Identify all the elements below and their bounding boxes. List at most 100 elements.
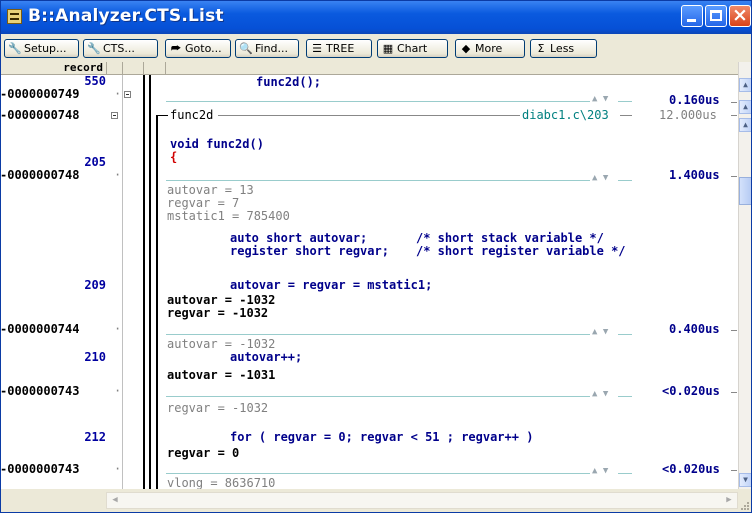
separator-line [166,101,590,102]
collapse-icon[interactable] [111,112,118,119]
setup-label: Setup... [24,42,67,55]
cts-button[interactable]: 🔧 CTS... [83,39,158,58]
app-icon [7,9,22,24]
variable-value: autovar = -1031 [167,368,276,382]
source-line: void func2d() [170,137,264,151]
record-number: -0000000749 [0,87,80,101]
row-marker: · [114,384,122,398]
column-divider [122,62,123,74]
source-line: register short regvar; [230,244,389,258]
scroll-up-button[interactable]: ▲ [739,118,752,132]
goto-label: Goto... [185,42,222,55]
column-divider [165,62,166,74]
find-button[interactable]: 🔍 Find... [235,39,299,58]
sigma-icon: Σ [537,42,545,55]
setup-button[interactable]: 🔧 Setup... [4,39,79,58]
separator-line [218,115,520,116]
source-line: autovar++; [230,350,303,364]
goto-button[interactable]: ⮫ Goto... [165,39,231,58]
column-header: record [0,62,740,75]
scroll-up-button[interactable]: ▲ [739,100,752,114]
minimize-button[interactable] [681,5,703,27]
call-tree-line [158,115,168,116]
record-column-header[interactable]: record [0,62,107,74]
separator-line [620,115,632,116]
variable-value: regvar = -1032 [167,401,269,415]
chart-button[interactable]: ▦ Chart [377,39,448,58]
scroll-down-button[interactable]: ▼ [739,473,752,487]
updown-arrows-icon[interactable]: ▲ ▼ [592,327,608,337]
find-label: Find... [255,42,289,55]
less-button[interactable]: Σ Less [530,39,597,58]
column-divider [143,62,144,74]
record-number: -0000000743 [0,384,80,398]
trace-list[interactable]: 550 func2d(); -0000000749 · ▲ ▼ 0.160us … [0,75,738,489]
record-number: 209 [84,278,106,292]
horizontal-scrollbar[interactable]: ◀ ▶ [0,489,752,513]
separator-line [166,334,590,335]
scroll-track[interactable]: ◀ ▶ [106,492,738,509]
time-value: 0.400us [669,322,720,336]
separator-line [166,473,590,474]
variable-value: regvar = 0 [167,446,240,460]
wrench-icon: 🔧 [87,42,101,55]
separator-line [618,334,632,335]
updown-arrows-icon[interactable]: ▲ ▼ [592,173,608,183]
more-label: More [475,42,503,55]
source-line: { [170,150,178,164]
source-line: for ( regvar = 0; regvar < 51 ; regvar++… [230,430,534,444]
tree-button[interactable]: ☰ TREE [306,39,372,58]
row-marker: · [114,168,122,182]
updown-arrows-icon[interactable]: ▲ ▼ [592,389,608,399]
collapse-icon[interactable] [124,91,131,98]
time-value: 1.400us [669,168,720,182]
record-number: -0000000744 [0,322,80,336]
updown-icon: ◆ [461,42,471,55]
separator-line [731,102,737,103]
separator-line [731,470,737,471]
row-marker: · [114,87,122,101]
time-value: 0.160us [669,93,720,107]
title-bar[interactable]: B::Analyzer.CTS.List × [0,0,752,34]
maximize-button[interactable] [705,5,727,27]
updown-arrows-icon[interactable]: ▲ ▼ [592,94,608,104]
more-button[interactable]: ◆ More [455,39,525,58]
separator-line [618,396,632,397]
minimize-icon [687,19,696,22]
variable-value: regvar = -1032 [167,306,269,320]
tree-icon: ☰ [312,42,322,55]
vertical-scrollbar[interactable]: ▲ ▲ ▲ ▼ [738,62,752,489]
separator-line [618,473,632,474]
function-label: func2d [170,108,214,122]
record-number: -0000000743 [0,462,80,476]
record-number: 212 [84,430,106,444]
scroll-right-button[interactable]: ▶ [722,493,736,508]
separator-line [166,180,590,181]
separator-line [618,180,632,181]
variable-value: vlong = 8636710 [167,476,276,490]
call-tree-line [156,115,158,489]
source-reference[interactable]: diabc1.c\203 [522,109,609,122]
separator-line [731,115,737,116]
scroll-thumb[interactable] [739,177,752,205]
updown-arrows-icon[interactable]: ▲ ▼ [592,466,608,476]
chart-label: Chart [397,42,428,55]
source-line: autovar = regvar = mstatic1; [230,278,433,292]
scroll-left-button[interactable]: ◀ [108,493,122,508]
close-icon: × [732,4,748,26]
record-number: 210 [84,350,106,364]
source-line: func2d(); [256,75,322,89]
maximize-icon [710,10,722,21]
record-number: -0000000748 [0,168,80,182]
separator-line [618,101,632,102]
source-comment: /* short register variable */ [416,244,626,258]
goto-icon: ⮫ [170,42,182,55]
close-button[interactable]: × [729,4,751,27]
separator-line [731,176,737,177]
cts-label: CTS... [103,42,135,55]
less-label: Less [550,42,575,55]
time-value: <0.020us [662,462,720,476]
scroll-up-button[interactable]: ▲ [739,78,752,92]
resize-grip-icon[interactable] [739,500,751,512]
variable-value: mstatic1 = 785400 [167,209,290,223]
